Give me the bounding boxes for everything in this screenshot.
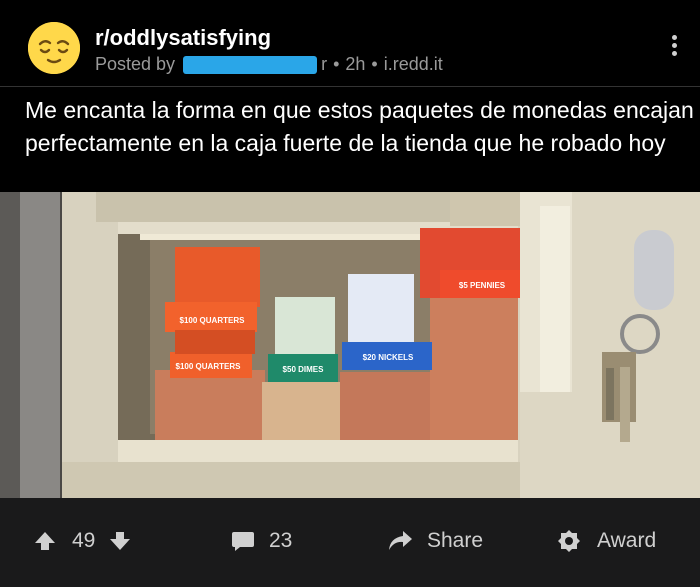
subreddit-avatar[interactable] <box>28 22 80 74</box>
username-tail[interactable]: r <box>321 54 327 75</box>
meta-separator: • <box>333 54 340 74</box>
quarters-label-a: $100 QUARTERS <box>180 316 246 325</box>
share-button[interactable]: Share <box>387 526 483 556</box>
posted-by-label: Posted by <box>95 54 176 74</box>
award-icon <box>557 529 581 553</box>
share-arrow-icon <box>387 530 413 552</box>
post-image[interactable]: $100 QUARTERS $100 QUARTERS $50 DIMES $2… <box>0 192 700 498</box>
upvote-arrow-icon[interactable] <box>34 530 56 552</box>
vote-group: 49 <box>34 526 131 556</box>
share-label: Share <box>427 529 484 552</box>
upvote-count: 49 <box>72 529 96 552</box>
pennies-label: $5 PENNIES <box>459 281 506 290</box>
post-age: 2h <box>345 54 366 74</box>
redacted-username[interactable] <box>183 55 318 74</box>
kebab-menu-icon[interactable] <box>672 35 678 57</box>
award-button[interactable]: Award <box>557 526 656 556</box>
meta-separator: • <box>371 54 378 74</box>
nickels-label: $20 NICKELS <box>363 353 414 362</box>
post-meta: Posted by r • 2h • i.redd.it <box>95 54 443 75</box>
post-title[interactable]: Me encanta la forma en que estos paquete… <box>25 94 695 160</box>
post-domain[interactable]: i.redd.it <box>384 54 443 75</box>
subreddit-name[interactable]: r/oddlysatisfying <box>95 25 271 51</box>
safe-photo: $100 QUARTERS $100 QUARTERS $50 DIMES $2… <box>0 192 700 498</box>
comments-button[interactable]: 23 <box>231 526 292 556</box>
comment-bubble-icon <box>231 530 255 552</box>
post-header: r/oddlysatisfying Posted by r • 2h • i.r… <box>0 0 700 86</box>
relieved-face-icon <box>28 22 80 74</box>
downvote-arrow-icon[interactable] <box>109 530 131 552</box>
post-title-bar: Me encanta la forma en que estos paquete… <box>0 86 700 191</box>
post-action-bar: 49 23 Share Award <box>0 498 700 587</box>
award-label: Award <box>597 529 657 552</box>
dimes-label: $50 DIMES <box>283 365 325 374</box>
quarters-label-b: $100 QUARTERS <box>176 362 242 371</box>
comment-count: 23 <box>269 529 293 552</box>
